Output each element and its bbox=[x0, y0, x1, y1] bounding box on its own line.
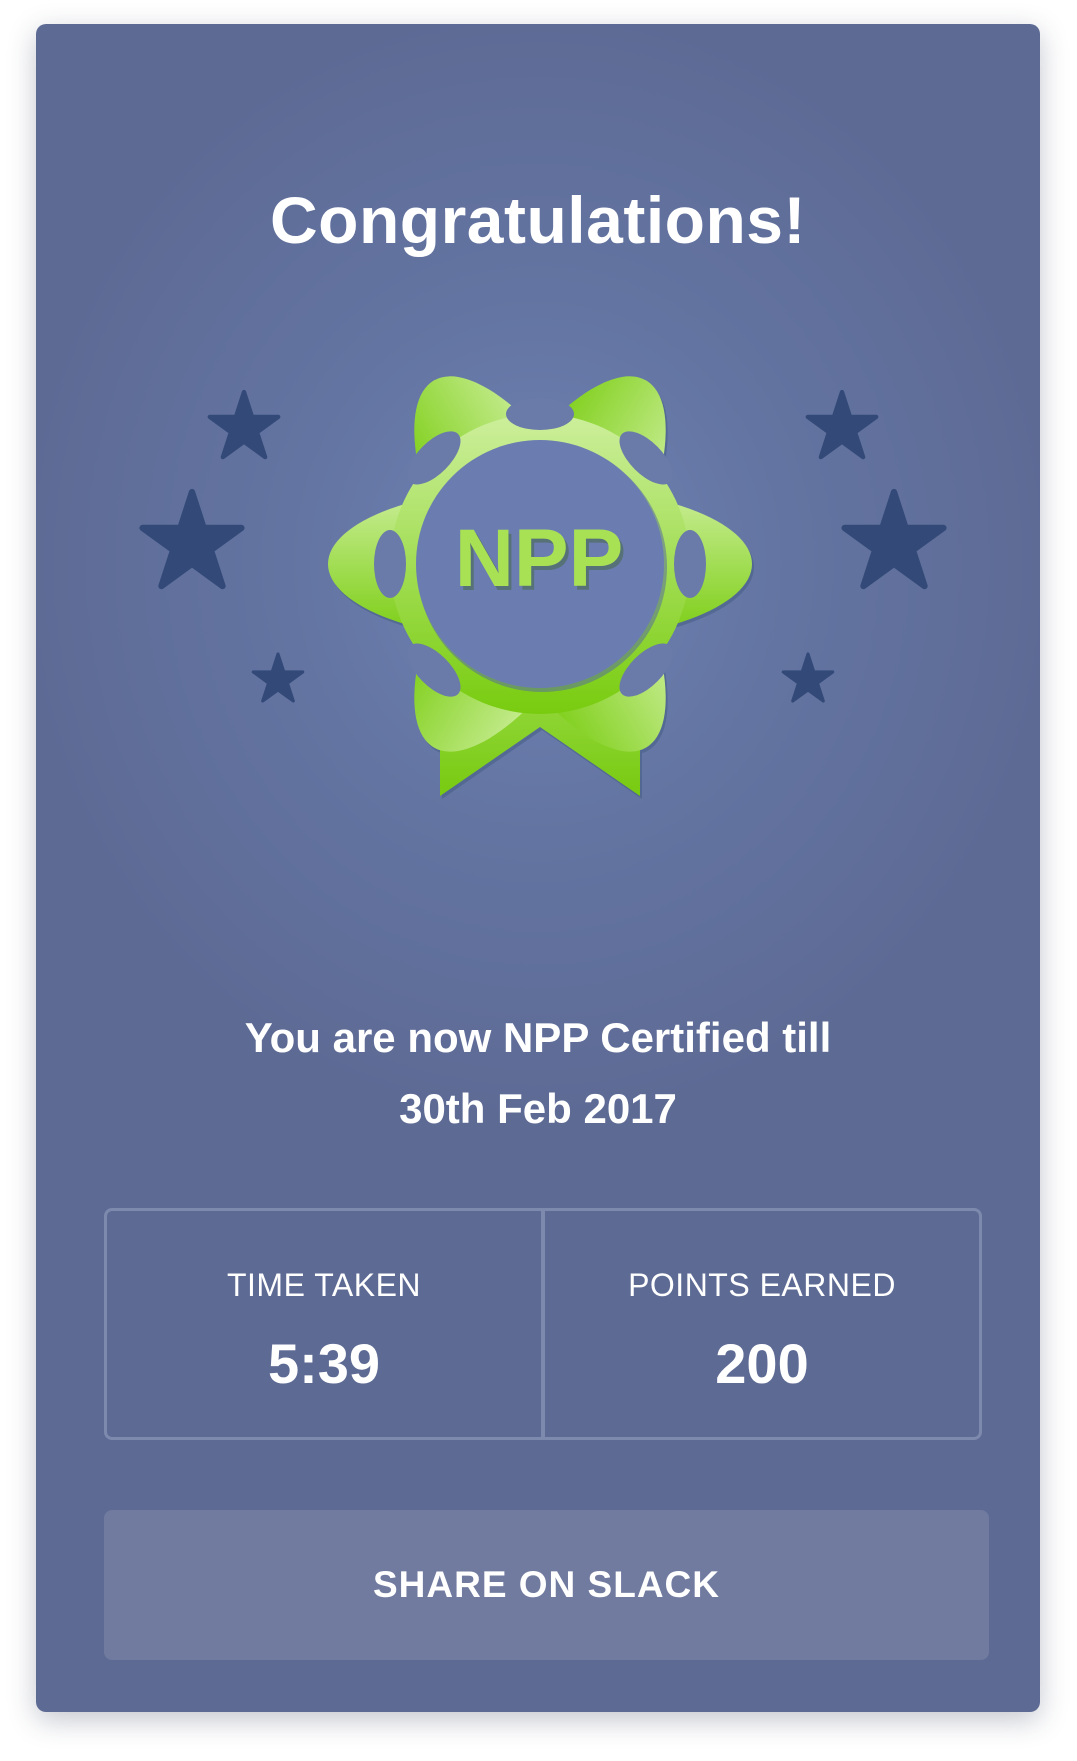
stat-label: TIME TAKEN bbox=[226, 1267, 422, 1303]
badge-illustration: NPP NPP bbox=[36, 344, 1040, 799]
star-icon bbox=[143, 492, 242, 586]
certification-expiry-date: 30th Feb 2017 bbox=[399, 1085, 677, 1132]
star-icon bbox=[253, 654, 302, 701]
certificate-card: Congratulations! NPP NPP You are now NPP… bbox=[36, 24, 1040, 1712]
star-icon bbox=[808, 392, 876, 457]
stats-panel: TIME TAKEN 5:39 POINTS EARNED 200 bbox=[104, 1208, 982, 1440]
badge-label: NPP bbox=[455, 513, 624, 604]
congratulations-title: Congratulations! bbox=[270, 183, 806, 257]
stat-value: 5:39 bbox=[267, 1332, 381, 1395]
certification-message: You are now NPP Certified till 30th Feb … bbox=[36, 1002, 1040, 1144]
stat-points-earned: POINTS EARNED 200 bbox=[541, 1211, 979, 1437]
award-ribbon-icon: NPP NPP bbox=[328, 376, 754, 799]
star-icon bbox=[783, 654, 832, 701]
stat-time-taken: TIME TAKEN 5:39 bbox=[107, 1211, 541, 1437]
share-on-slack-button[interactable]: SHARE ON SLACK bbox=[104, 1510, 989, 1660]
certification-line: You are now NPP Certified till bbox=[244, 1014, 832, 1061]
stat-value: 200 bbox=[715, 1332, 809, 1395]
star-icon bbox=[845, 492, 944, 586]
star-icon bbox=[210, 392, 278, 457]
stat-label: POINTS EARNED bbox=[628, 1267, 896, 1303]
